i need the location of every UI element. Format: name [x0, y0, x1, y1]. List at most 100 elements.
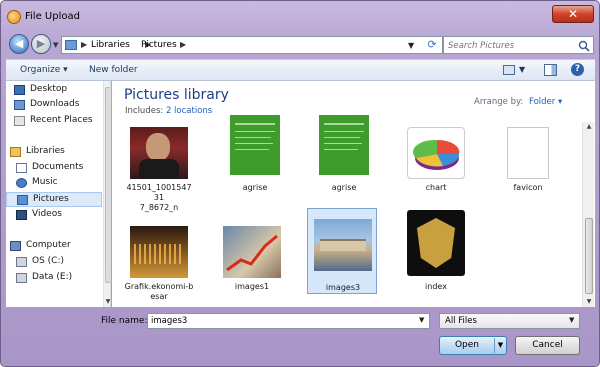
arrange-by-dropdown[interactable]: Folder ▾ — [529, 97, 562, 107]
file-list-scrollbar[interactable]: ▲ ▼ — [582, 122, 594, 307]
file-name-input[interactable] — [151, 315, 413, 327]
sidebar-item-computer[interactable]: Computer — [6, 239, 102, 254]
sidebar-item-label: Videos — [32, 209, 62, 219]
address-bar[interactable]: ▶ Libraries ▶ Pictures ▶ ▼ ⟳ — [61, 36, 443, 54]
photo-thumbnail — [223, 226, 281, 278]
file-upload-dialog: File Upload ✕ ◀ ▶ ▼ ▶ Libraries ▶ Pictur… — [0, 0, 600, 367]
drive-icon — [16, 257, 27, 267]
recent-places-icon — [14, 116, 25, 126]
sidebar-item-music[interactable]: Music — [6, 176, 102, 191]
preview-pane-icon[interactable] — [544, 64, 557, 76]
sidebar-item-videos[interactable]: Videos — [6, 208, 102, 223]
photo-thumbnail — [130, 226, 188, 278]
sidebar-item-label: Computer — [26, 240, 71, 250]
downloads-icon — [14, 100, 25, 110]
open-options-dropdown[interactable]: ▼ — [494, 338, 506, 353]
address-dropdown-icon[interactable]: ▼ — [408, 41, 414, 50]
new-folder-button[interactable]: New folder — [89, 65, 138, 75]
scroll-down-arrow-icon[interactable]: ▼ — [583, 298, 595, 305]
scrollbar-thumb[interactable] — [585, 218, 593, 294]
breadcrumb-arrow-icon[interactable]: ▶ — [180, 40, 186, 49]
file-list-pane: Pictures library Includes: 2 locations A… — [112, 81, 595, 307]
file-name: images1 — [234, 282, 270, 291]
file-name: agrise — [331, 183, 357, 192]
emblem-thumbnail — [407, 210, 465, 276]
photo-thumbnail — [130, 127, 188, 179]
file-item[interactable]: chart — [401, 123, 471, 209]
file-item-selected[interactable]: images3 — [307, 208, 377, 294]
breadcrumb-libraries[interactable]: Libraries — [91, 40, 130, 50]
file-name: favicon — [513, 183, 543, 192]
cancel-button[interactable]: Cancel — [515, 336, 580, 355]
sidebar-item-libraries[interactable]: Libraries — [6, 145, 102, 160]
videos-icon — [16, 210, 27, 220]
file-item[interactable]: agrise — [220, 115, 290, 201]
libraries-icon — [10, 147, 21, 157]
help-icon[interactable]: ? — [571, 63, 584, 76]
scroll-down-arrow-icon[interactable]: ▼ — [104, 298, 110, 305]
file-name: images3 — [325, 283, 361, 292]
file-item[interactable]: index — [401, 210, 471, 296]
open-button-label: Open — [454, 340, 480, 350]
file-item[interactable]: 41501_100154731 7_8672_n — [124, 123, 194, 212]
file-type-select[interactable]: All Files ▼ — [439, 313, 580, 329]
search-input[interactable] — [448, 39, 573, 52]
chevron-down-icon[interactable]: ▼ — [419, 316, 424, 324]
sidebar-item-label: Libraries — [26, 146, 65, 156]
search-box[interactable] — [443, 36, 594, 54]
pictures-icon — [17, 195, 28, 205]
file-item[interactable]: Grafik.ekonomi-b esar — [124, 222, 194, 307]
sidebar-item-os-c[interactable]: OS (C:) — [6, 255, 102, 270]
sidebar-item-label: Data (E:) — [32, 272, 73, 282]
sidebar-item-documents[interactable]: Documents — [6, 161, 102, 176]
file-name: 41501_100154731 7_8672_n — [126, 183, 192, 212]
documents-icon — [16, 163, 27, 173]
navigation-pane-scrollbar[interactable]: ▼ — [103, 81, 110, 307]
file-name: Grafik.ekonomi-b esar — [124, 282, 194, 301]
view-options-dropdown[interactable]: ▼ — [519, 65, 525, 74]
organize-menu[interactable]: Organize ▾ — [20, 65, 68, 75]
file-item[interactable]: agrise — [309, 115, 379, 201]
command-toolbar: Organize ▾ New folder ▼ ? — [6, 59, 595, 81]
sidebar-item-label: Desktop — [30, 84, 68, 94]
file-item[interactable]: favicon — [493, 123, 563, 209]
app-icon — [7, 10, 21, 24]
change-view-icon[interactable] — [503, 65, 515, 75]
computer-icon — [10, 241, 21, 251]
file-name: agrise — [242, 183, 268, 192]
breadcrumb-arrow-icon[interactable]: ▶ — [81, 40, 87, 49]
refresh-icon[interactable]: ⟳ — [422, 38, 442, 52]
sidebar-item-recent-places[interactable]: Recent Places — [6, 114, 102, 129]
back-button[interactable]: ◀ — [9, 34, 29, 54]
sidebar-item-label: OS (C:) — [32, 256, 64, 266]
sidebar-item-label: Music — [32, 177, 58, 187]
sidebar-item-desktop[interactable]: Desktop — [6, 83, 102, 98]
sidebar-item-downloads[interactable]: Downloads — [6, 98, 102, 113]
sidebar-item-data-e[interactable]: Data (E:) — [6, 271, 102, 286]
breadcrumb-pictures[interactable]: Pictures — [141, 40, 177, 50]
locations-link[interactable]: 2 locations — [166, 106, 212, 116]
drive-icon — [16, 273, 27, 283]
document-thumbnail — [230, 115, 280, 175]
file-name: chart — [425, 183, 447, 192]
pie-chart-thumbnail — [407, 127, 465, 179]
navigation-pane: Desktop Downloads Recent Places Librarie… — [6, 81, 111, 307]
scrollbar-thumb[interactable] — [105, 87, 110, 283]
chevron-down-icon[interactable]: ▼ — [569, 316, 574, 324]
scroll-up-arrow-icon[interactable]: ▲ — [583, 123, 595, 130]
document-thumbnail — [319, 115, 369, 175]
file-name-combobox[interactable]: ▼ — [147, 313, 430, 329]
file-item[interactable]: images1 — [217, 222, 287, 307]
library-includes: Includes: 2 locations — [125, 106, 212, 116]
search-icon[interactable] — [578, 40, 590, 52]
sidebar-item-pictures[interactable]: Pictures — [6, 192, 102, 207]
recent-pages-dropdown[interactable]: ▼ — [53, 41, 58, 49]
navigation-bar: ◀ ▶ ▼ ▶ Libraries ▶ Pictures ▶ ▼ ⟳ — [1, 31, 599, 59]
sidebar-item-label: Recent Places — [30, 115, 93, 125]
library-title: Pictures library — [124, 87, 229, 103]
open-button[interactable]: Open ▼ — [439, 336, 507, 355]
pictures-folder-icon — [65, 40, 77, 50]
close-button[interactable]: ✕ — [552, 5, 594, 23]
sidebar-item-label: Documents — [32, 162, 84, 172]
forward-button[interactable]: ▶ — [31, 34, 51, 54]
